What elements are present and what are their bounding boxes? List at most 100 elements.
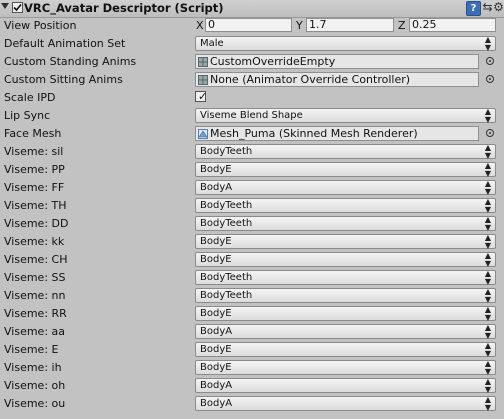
viseme-dropdown[interactable]: BodyE ▲ ▼ bbox=[195, 234, 496, 250]
viseme-label: Viseme: PP bbox=[4, 163, 65, 176]
dropdown-value: Male bbox=[200, 38, 224, 49]
gear-icon[interactable]: ⚙ bbox=[492, 1, 504, 14]
component-header[interactable]: VRC_Avatar Descriptor (Script) ? ⇆ ⚙ bbox=[0, 0, 504, 18]
viseme-dropdown[interactable]: BodyE ▲ ▼ bbox=[195, 251, 496, 268]
lip-sync-label: Lip Sync bbox=[4, 109, 51, 122]
viseme-row: Viseme: E BodyE ▲ ▼ bbox=[0, 341, 504, 359]
viseme-label: Viseme: nn bbox=[4, 289, 66, 302]
view-position-row: View Position X 0 Y 1.7 Z 0.25 bbox=[0, 17, 504, 35]
viseme-row: Viseme: PP BodyE ▲ ▼ bbox=[0, 161, 504, 179]
foldout-arrow-icon[interactable] bbox=[1, 3, 9, 9]
viseme-dropdown[interactable]: BodyE ▲ ▼ bbox=[195, 305, 496, 322]
custom-standing-anims-field[interactable]: CustomOverrideEmpty bbox=[195, 54, 479, 69]
dropdown-value: BodyA bbox=[200, 380, 233, 391]
dropdown-value: BodyE bbox=[200, 344, 232, 355]
viseme-label: Viseme: kk bbox=[4, 235, 65, 248]
help-icon[interactable]: ? bbox=[466, 1, 481, 16]
lip-sync-row: Lip Sync Viseme Blend Shape ▲ ▼ bbox=[0, 107, 504, 125]
dropdown-arrows-icon: ▲ ▼ bbox=[484, 161, 491, 178]
object-picker-icon[interactable] bbox=[486, 75, 494, 83]
viseme-label: Viseme: FF bbox=[4, 181, 65, 194]
face-mesh-field[interactable]: Mesh_Puma (Skinned Mesh Renderer) bbox=[195, 126, 479, 141]
viseme-label: Viseme: sil bbox=[4, 145, 64, 158]
y-label[interactable]: Y bbox=[296, 19, 303, 32]
viseme-row: Viseme: ih BodyE ▲ ▼ bbox=[0, 359, 504, 377]
dropdown-arrows-icon: ▲ ▼ bbox=[484, 107, 491, 124]
dropdown-arrows-icon: ▲ ▼ bbox=[484, 215, 491, 232]
y-input[interactable]: 1.7 bbox=[306, 18, 394, 32]
x-input[interactable]: 0 bbox=[205, 18, 292, 32]
component-title: VRC_Avatar Descriptor (Script) bbox=[24, 1, 224, 15]
object-picker-icon[interactable] bbox=[486, 57, 494, 65]
viseme-dropdown[interactable]: BodyTeeth ▲ ▼ bbox=[195, 197, 496, 214]
z-input[interactable]: 0.25 bbox=[409, 18, 496, 32]
viseme-row: Viseme: CH BodyE ▲ ▼ bbox=[0, 251, 504, 269]
dropdown-value: BodyE bbox=[200, 164, 232, 175]
dropdown-arrows-icon: ▲ ▼ bbox=[484, 305, 491, 322]
face-mesh-label: Face Mesh bbox=[4, 127, 62, 140]
x-label[interactable]: X bbox=[196, 19, 204, 32]
dropdown-value: BodyE bbox=[200, 236, 232, 247]
dropdown-value: BodyA bbox=[200, 326, 233, 337]
viseme-row: Viseme: nn BodyTeeth ▲ ▼ bbox=[0, 287, 504, 305]
dropdown-arrows-icon: ▲ ▼ bbox=[484, 179, 491, 196]
viseme-label: Viseme: ih bbox=[4, 361, 62, 374]
dropdown-arrows-icon: ▲ ▼ bbox=[484, 341, 491, 358]
lip-sync-dropdown[interactable]: Viseme Blend Shape ▲ ▼ bbox=[195, 107, 496, 124]
default-animation-set-row: Default Animation Set Male ▲ ▼ bbox=[0, 35, 504, 53]
custom-sitting-anims-label: Custom Sitting Anims bbox=[4, 73, 123, 86]
viseme-label: Viseme: TH bbox=[4, 199, 67, 212]
dropdown-arrows-icon: ▲ ▼ bbox=[484, 35, 491, 52]
viseme-row: Viseme: kk BodyE ▲ ▼ bbox=[0, 233, 504, 251]
viseme-dropdown[interactable]: BodyE ▲ ▼ bbox=[195, 161, 496, 178]
animator-controller-icon bbox=[198, 75, 208, 85]
dropdown-value: BodyA bbox=[200, 398, 233, 409]
dropdown-value: BodyE bbox=[200, 308, 232, 319]
dropdown-arrows-icon: ▲ ▼ bbox=[484, 251, 491, 268]
view-position-label: View Position bbox=[4, 19, 77, 32]
viseme-dropdown[interactable]: BodyA ▲ ▼ bbox=[195, 378, 496, 394]
viseme-label: Viseme: E bbox=[4, 343, 59, 356]
dropdown-arrows-icon: ▲ ▼ bbox=[484, 323, 491, 340]
default-animation-set-label: Default Animation Set bbox=[4, 37, 126, 50]
viseme-row: Viseme: RR BodyE ▲ ▼ bbox=[0, 305, 504, 323]
default-animation-set-dropdown[interactable]: Male ▲ ▼ bbox=[195, 35, 496, 52]
component-enabled-checkbox[interactable] bbox=[12, 2, 23, 13]
object-field-value: None (Animator Override Controller) bbox=[210, 73, 411, 86]
viseme-row: Viseme: SS BodyTeeth ▲ ▼ bbox=[0, 269, 504, 287]
object-picker-icon[interactable] bbox=[486, 129, 494, 137]
viseme-row: Viseme: oh BodyA ▲ ▼ bbox=[0, 377, 504, 395]
animator-controller-icon bbox=[198, 57, 208, 67]
viseme-dropdown[interactable]: BodyE ▲ ▼ bbox=[195, 360, 496, 376]
viseme-dropdown[interactable]: BodyTeeth ▲ ▼ bbox=[195, 287, 496, 304]
viseme-dropdown[interactable]: BodyE ▲ ▼ bbox=[195, 341, 496, 358]
object-field-value: CustomOverrideEmpty bbox=[210, 55, 336, 68]
dropdown-arrows-icon: ▲ ▼ bbox=[484, 287, 491, 304]
z-label[interactable]: Z bbox=[398, 19, 406, 32]
custom-standing-anims-label: Custom Standing Anims bbox=[4, 55, 137, 68]
viseme-dropdown[interactable]: BodyA ▲ ▼ bbox=[195, 396, 496, 412]
dropdown-value: BodyA bbox=[200, 182, 233, 193]
viseme-row: Viseme: ou BodyA ▲ ▼ bbox=[0, 395, 504, 413]
skinned-mesh-icon bbox=[198, 129, 208, 139]
face-mesh-row: Face Mesh Mesh_Puma (Skinned Mesh Render… bbox=[0, 125, 504, 143]
viseme-dropdown[interactable]: BodyA ▲ ▼ bbox=[195, 179, 496, 196]
viseme-row: Viseme: FF BodyA ▲ ▼ bbox=[0, 179, 504, 197]
viseme-label: Viseme: SS bbox=[4, 271, 66, 284]
dropdown-value: BodyE bbox=[200, 254, 232, 265]
dropdown-arrows-icon: ▲ ▼ bbox=[484, 269, 491, 286]
dropdown-arrows-icon: ▲ ▼ bbox=[484, 197, 491, 214]
viseme-dropdown[interactable]: BodyTeeth ▲ ▼ bbox=[195, 269, 496, 286]
viseme-dropdown[interactable]: BodyTeeth ▲ ▼ bbox=[195, 144, 496, 160]
viseme-row: Viseme: aa BodyA ▲ ▼ bbox=[0, 323, 504, 341]
dropdown-value: BodyTeeth bbox=[200, 218, 253, 229]
viseme-dropdown[interactable]: BodyTeeth ▲ ▼ bbox=[195, 215, 496, 232]
scale-ipd-checkbox[interactable]: ✓ bbox=[195, 90, 207, 103]
viseme-label: Viseme: CH bbox=[4, 253, 68, 266]
object-field-value: Mesh_Puma (Skinned Mesh Renderer) bbox=[210, 127, 418, 140]
viseme-row: Viseme: DD BodyTeeth ▲ ▼ bbox=[0, 215, 504, 233]
custom-sitting-anims-field[interactable]: None (Animator Override Controller) bbox=[195, 72, 479, 87]
viseme-dropdown[interactable]: BodyA ▲ ▼ bbox=[195, 323, 496, 340]
custom-sitting-anims-row: Custom Sitting Anims None (Animator Over… bbox=[0, 71, 504, 89]
dropdown-value: Viseme Blend Shape bbox=[200, 110, 303, 121]
